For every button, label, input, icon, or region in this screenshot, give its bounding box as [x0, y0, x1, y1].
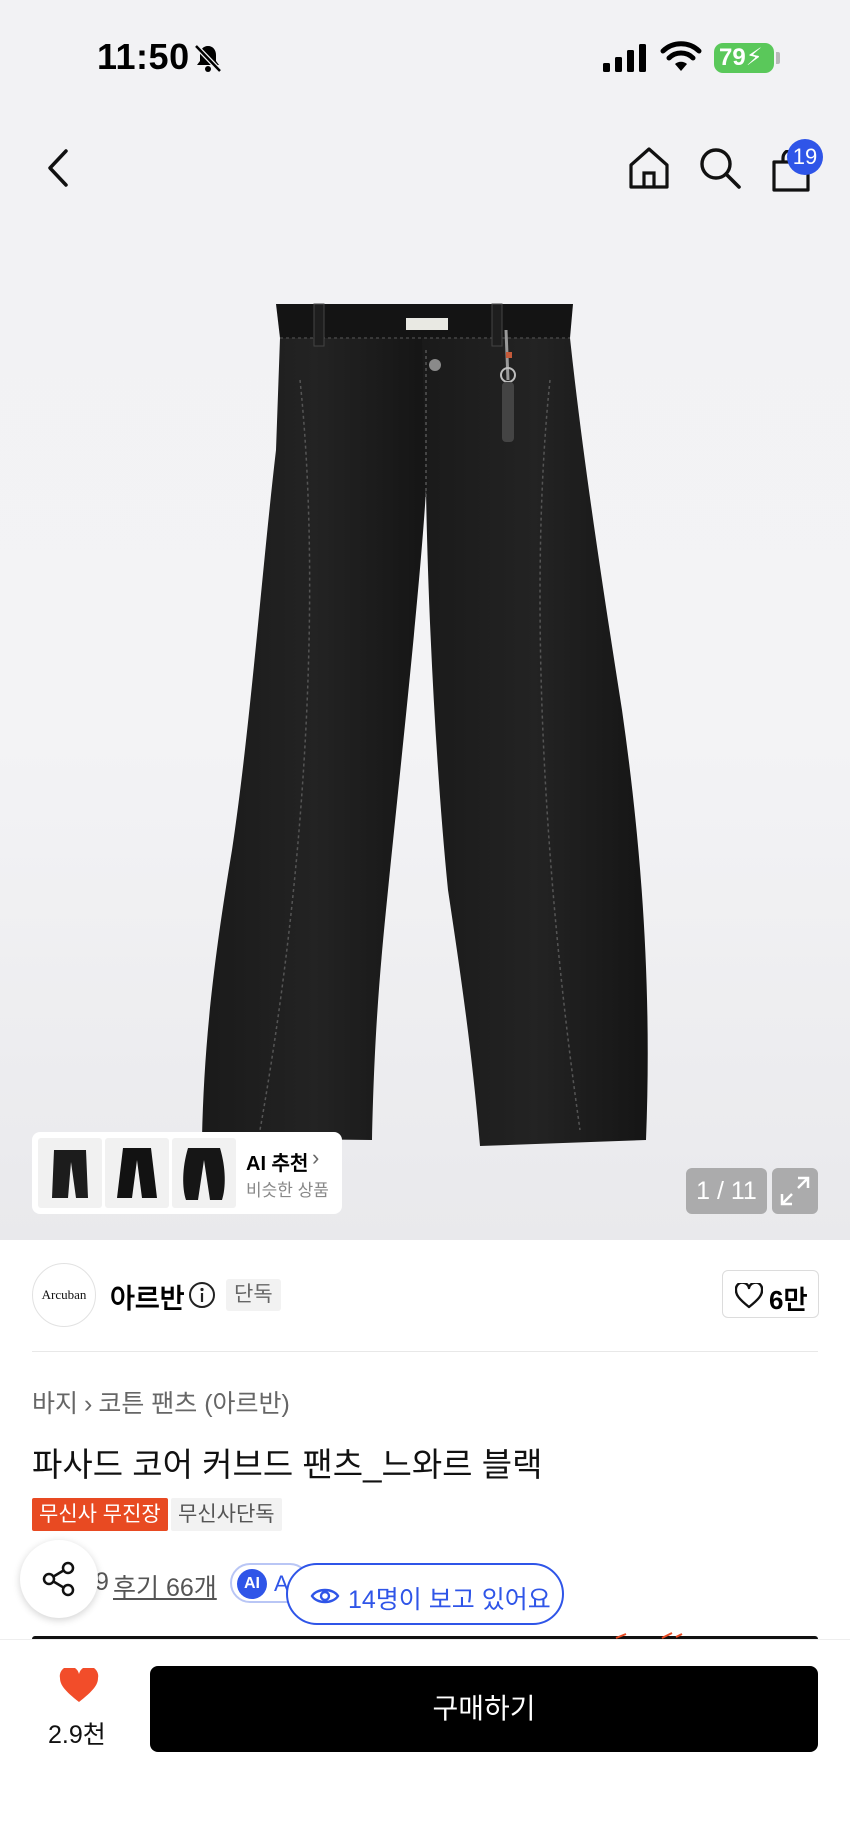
- thumbnail-1[interactable]: [38, 1138, 102, 1208]
- thumbnail-3[interactable]: [172, 1138, 236, 1208]
- ai-recommend-title: AI 추천: [246, 1153, 309, 1175]
- breadcrumb-category[interactable]: 바지: [32, 1390, 78, 1418]
- brand-like-button[interactable]: 6만: [722, 1270, 819, 1318]
- heart-outline-icon: [735, 1283, 763, 1309]
- viewers-text: 14명이 보고 있어요: [348, 1586, 551, 1614]
- exclusive-tag: 단독: [226, 1279, 281, 1311]
- search-icon[interactable]: [697, 145, 743, 191]
- divider: [32, 1351, 818, 1352]
- wifi-icon: [660, 41, 702, 71]
- status-bar: 11:50 79⚡: [0, 0, 850, 110]
- ai-icon: AI: [237, 1569, 267, 1599]
- brand-logo[interactable]: Arcuban: [32, 1263, 96, 1327]
- heart-filled-icon[interactable]: [59, 1668, 99, 1704]
- page-counter: 1 / 11: [686, 1168, 767, 1214]
- brand-name[interactable]: 아르반: [110, 1277, 185, 1316]
- signal-icon: [603, 44, 646, 72]
- brand-like-count: 6만: [769, 1285, 808, 1315]
- eye-icon: [310, 1588, 340, 1604]
- expand-icon: [780, 1176, 810, 1206]
- ai-recommend-card[interactable]: AI 추천 › 비슷한 상품: [32, 1132, 342, 1214]
- exclusive-product-tag: 무신사단독: [171, 1498, 282, 1531]
- bell-slash-icon: [194, 44, 222, 73]
- product-image[interactable]: [190, 290, 660, 1160]
- buy-button[interactable]: 구매하기: [150, 1666, 818, 1752]
- share-icon: [42, 1561, 75, 1597]
- wish-count: 2.9천: [48, 1721, 106, 1749]
- battery-indicator: 79⚡: [714, 43, 774, 73]
- thumbnail-2[interactable]: [105, 1138, 169, 1208]
- breadcrumb-subcategory[interactable]: 코튼 팬츠 (아르반): [98, 1390, 290, 1418]
- status-time: 11:50: [97, 36, 190, 77]
- viewers-toast: 14명이 보고 있어요: [286, 1563, 564, 1625]
- chevron-right-icon: ›: [84, 1390, 93, 1418]
- product-title: 파사드 코어 커브드 팬츠_느와르 블랙: [32, 1446, 543, 1483]
- expand-button[interactable]: [772, 1168, 818, 1214]
- chevron-right-icon: ›: [312, 1145, 320, 1170]
- ai-recommend-subtitle: 비슷한 상품: [246, 1181, 329, 1200]
- cart-badge: 19: [787, 139, 823, 175]
- share-button[interactable]: [20, 1540, 98, 1618]
- breadcrumb: 바지 › 코튼 팬츠 (아르반): [32, 1384, 290, 1420]
- home-icon[interactable]: [626, 145, 672, 191]
- banner-decoration: [615, 1632, 683, 1639]
- review-link[interactable]: 후기 66개: [113, 1568, 217, 1604]
- info-icon[interactable]: [188, 1281, 216, 1309]
- battery-cap: [776, 52, 780, 64]
- back-icon[interactable]: [40, 145, 76, 191]
- event-tag: 무신사 무진장: [32, 1498, 168, 1531]
